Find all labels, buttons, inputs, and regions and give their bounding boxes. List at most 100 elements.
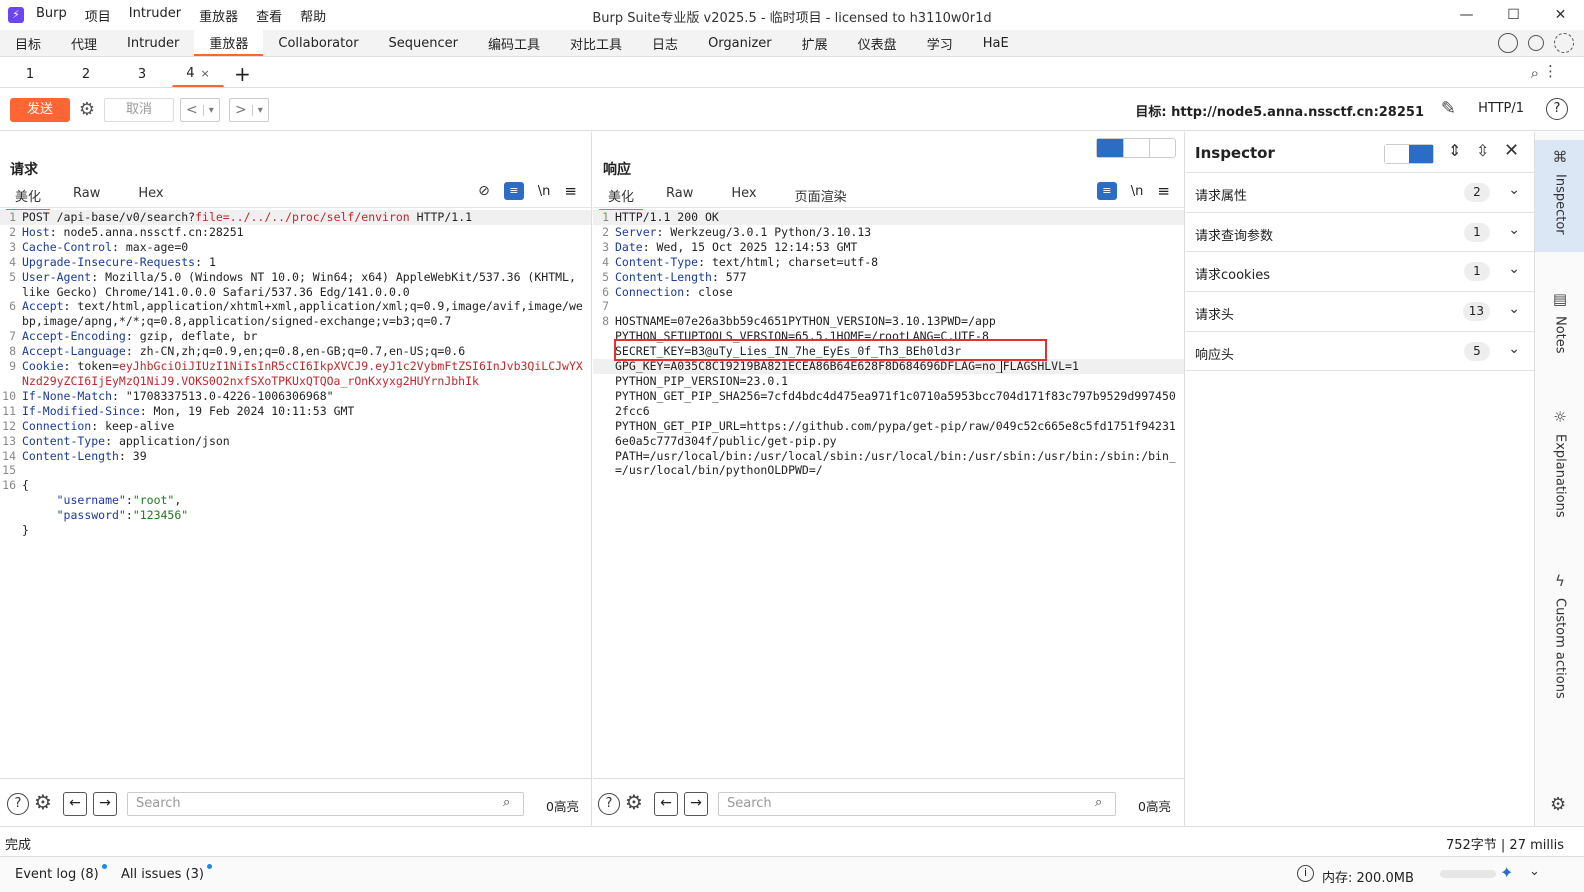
edit-target-pencil-icon[interactable]: ✎ xyxy=(1441,98,1456,119)
menu-item-3[interactable]: 重放器 xyxy=(199,6,238,25)
inspector-section-0[interactable]: 请求属性 2 ⌄ xyxy=(1186,172,1534,212)
main-tab-7[interactable]: 对比工具 xyxy=(555,30,637,56)
request-search-input[interactable]: Search xyxy=(127,792,524,816)
chevron-down-icon[interactable]: ⌄ xyxy=(1508,182,1520,198)
response-wrap-lines-icon[interactable]: ≡ xyxy=(1096,182,1117,200)
main-tab-9[interactable]: Organizer xyxy=(693,30,787,56)
line-text: User-Agent: Mozilla/5.0 (Windows NT 10.0… xyxy=(22,269,583,299)
layout-stacked-icon[interactable] xyxy=(1123,139,1149,157)
footer-chevron-down-icon[interactable]: ⌄ xyxy=(1529,864,1540,879)
response-line: 6 Connection: close xyxy=(593,285,1184,300)
request-editor[interactable]: 1 POST /api-base/v0/search?file=../../../… xyxy=(0,210,591,778)
http-version-toggle[interactable]: HTTP/1 xyxy=(1478,101,1524,116)
main-tab-2[interactable]: Intruder xyxy=(112,30,194,56)
main-tab-0[interactable]: 目标 xyxy=(0,30,56,56)
menu-item-5[interactable]: 帮助 xyxy=(300,6,326,25)
repeater-tab-4[interactable]: 4 × xyxy=(172,61,224,87)
close-window-button[interactable]: ✕ xyxy=(1537,0,1584,30)
response-show-newlines-toggle[interactable]: \n xyxy=(1131,184,1144,199)
main-tab-5[interactable]: Sequencer xyxy=(374,30,473,56)
response-search-input[interactable]: Search xyxy=(718,792,1116,816)
request-line: "username":"root", xyxy=(0,493,591,508)
repeater-tab-label: 3 xyxy=(137,66,147,82)
inspector-section-4[interactable]: 响应头 5 ⌄ xyxy=(1186,330,1534,371)
close-inspector-icon[interactable]: ✕ xyxy=(1504,140,1519,161)
main-tab-12[interactable]: 学习 xyxy=(912,30,968,56)
response-help-icon[interactable]: ? xyxy=(598,793,620,815)
main-tab-1[interactable]: 代理 xyxy=(56,30,112,56)
request-search-gear-icon[interactable]: ⚙ xyxy=(34,790,52,814)
response-search-gear-icon[interactable]: ⚙ xyxy=(625,790,643,814)
help-icon[interactable]: ? xyxy=(1546,98,1568,120)
menu-item-0[interactable]: Burp xyxy=(36,6,67,25)
close-tab-icon[interactable]: × xyxy=(201,67,210,80)
chevron-down-icon[interactable]: ⌄ xyxy=(1508,261,1520,277)
repeater-tab-3[interactable]: 3 xyxy=(116,61,168,87)
rail-notes[interactable]: ▤ Notes xyxy=(1535,282,1584,382)
main-tab-6[interactable]: 编码工具 xyxy=(473,30,555,56)
search-icon[interactable] xyxy=(1528,35,1544,51)
main-tab-3[interactable]: 重放器 xyxy=(194,30,264,56)
response-next-match-arrow-icon[interactable]: → xyxy=(684,792,708,816)
back-button[interactable]: < ▾ xyxy=(180,98,220,122)
inspector-layout-right-icon[interactable] xyxy=(1409,145,1433,163)
memory-info-icon[interactable]: i xyxy=(1297,865,1314,882)
settings-gear-icon[interactable]: ⚙ xyxy=(75,99,99,123)
response-editor[interactable]: 1 HTTP/1.1 200 OK 2 Server: Werkzeug/3.0.1 … xyxy=(593,210,1184,778)
inspector-layout-left-icon[interactable] xyxy=(1385,145,1409,163)
inspector-section-1[interactable]: 请求查询参数 1 ⌄ xyxy=(1186,211,1534,252)
main-tab-13[interactable]: HaE xyxy=(968,30,1024,56)
response-size-time: 752字节 | 27 millis xyxy=(1445,838,1564,853)
maximize-button[interactable]: ☐ xyxy=(1490,0,1537,30)
response-prev-match-arrow-icon[interactable]: ← xyxy=(654,792,678,816)
menu-item-4[interactable]: 查看 xyxy=(256,6,282,25)
ai-sparkle-icon[interactable]: ✦ xyxy=(1500,863,1513,882)
request-next-match-arrow-icon[interactable]: → xyxy=(93,792,117,816)
add-tab-plus-icon[interactable]: + xyxy=(234,61,251,87)
response-menu-icon[interactable]: ≡ xyxy=(1157,182,1170,200)
rail-settings-gear-icon[interactable]: ⚙ xyxy=(1550,794,1566,815)
hide-eye-icon[interactable]: ⊘ xyxy=(478,183,490,199)
globe-icon[interactable] xyxy=(1498,33,1518,53)
all-issues-link[interactable]: All issues (3) xyxy=(121,864,212,882)
main-tab-11[interactable]: 仪表盘 xyxy=(843,30,912,56)
layout-tabs-icon[interactable] xyxy=(1149,139,1175,157)
main-tab-8[interactable]: 日志 xyxy=(637,30,693,56)
back-dropdown-icon[interactable]: ▾ xyxy=(202,104,219,116)
line-number xyxy=(593,449,615,479)
request-menu-icon[interactable]: ≡ xyxy=(564,182,577,200)
cancel-button[interactable]: 取消 xyxy=(104,98,174,122)
target-label[interactable]: 目标: http://node5.anna.nssctf.cn:28251 xyxy=(1135,101,1424,120)
event-log-link[interactable]: Event log (8) xyxy=(15,864,107,882)
request-prev-match-arrow-icon[interactable]: ← xyxy=(63,792,87,816)
inspector-section-2[interactable]: 请求cookies 1 ⌄ xyxy=(1186,251,1534,291)
send-button[interactable]: 发送 xyxy=(10,98,70,122)
line-text xyxy=(615,299,1184,314)
forward-dropdown-icon[interactable]: ▾ xyxy=(251,104,268,116)
main-tab-10[interactable]: 扩展 xyxy=(787,30,843,56)
repeater-tab-2[interactable]: 2 xyxy=(60,61,112,87)
gear-icon[interactable] xyxy=(1554,33,1574,53)
chevron-down-icon[interactable]: ⌄ xyxy=(1508,301,1520,317)
rail-custom-actions[interactable]: ϟ Custom actions xyxy=(1535,564,1584,724)
show-newlines-toggle[interactable]: \n xyxy=(538,184,551,199)
request-line: 5 User-Agent: Mozilla/5.0 (Windows NT 10.… xyxy=(0,270,591,300)
request-help-icon[interactable]: ? xyxy=(7,793,29,815)
tab-search-icon[interactable]: ⌕ xyxy=(1531,64,1539,82)
menu-item-1[interactable]: 项目 xyxy=(85,6,111,25)
wrap-lines-icon[interactable]: ≡ xyxy=(503,182,524,200)
chevron-down-icon[interactable]: ⌄ xyxy=(1508,341,1520,357)
chevron-down-icon[interactable]: ⌄ xyxy=(1508,222,1520,238)
forward-button[interactable]: > ▾ xyxy=(229,98,269,122)
minimize-button[interactable]: — xyxy=(1443,0,1490,30)
menu-item-2[interactable]: Intruder xyxy=(129,6,181,25)
repeater-tab-1[interactable]: 1 xyxy=(4,61,56,87)
main-tab-4[interactable]: Collaborator xyxy=(263,30,373,56)
tab-more-icon[interactable]: ⋮ xyxy=(1543,62,1558,80)
rail-inspector[interactable]: ⌘ Inspector xyxy=(1535,140,1584,252)
expand-all-icon[interactable]: ⇕ xyxy=(1448,141,1461,160)
rail-explanations[interactable]: ☼ Explanations xyxy=(1535,400,1584,540)
layout-side-by-side-icon[interactable] xyxy=(1097,139,1123,157)
collapse-all-icon[interactable]: ⇳ xyxy=(1476,141,1489,160)
inspector-section-3[interactable]: 请求头 13 ⌄ xyxy=(1186,291,1534,331)
